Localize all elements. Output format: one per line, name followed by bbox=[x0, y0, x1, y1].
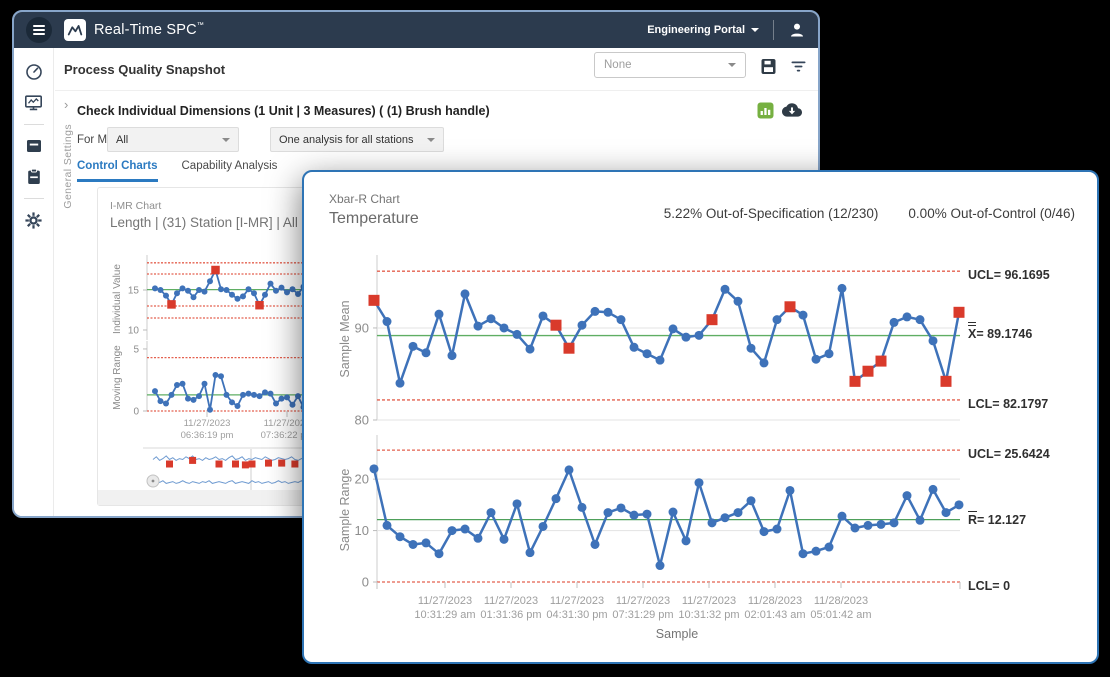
screen: Real-Time SPC™ Engineering Portal bbox=[0, 0, 1110, 677]
preset-select[interactable]: None bbox=[594, 52, 746, 78]
svg-text:11/28/2023: 11/28/2023 bbox=[748, 595, 802, 607]
general-settings-label: General Settings bbox=[62, 124, 74, 209]
brand-title: Real-Time SPC™ bbox=[94, 22, 204, 38]
xbar-r-dialog: Xbar-R Chart Temperature 5.22% Out-of-Sp… bbox=[302, 170, 1099, 664]
chevron-down-icon bbox=[751, 28, 759, 32]
app-logo-icon bbox=[64, 19, 86, 41]
tab-control-charts[interactable]: Control Charts bbox=[77, 160, 158, 182]
svg-text:0: 0 bbox=[362, 575, 369, 590]
sidebar-divider bbox=[24, 198, 44, 199]
analysis-panel-title: Check Individual Dimensions (1 Unit | 3 … bbox=[77, 104, 490, 118]
lcl-label-range: LCL= 0 bbox=[968, 575, 1010, 593]
svg-text:11/27/2023: 11/27/2023 bbox=[418, 595, 472, 607]
svg-text:Sample Mean: Sample Mean bbox=[338, 300, 352, 377]
svg-text:02:01:43 am: 02:01:43 am bbox=[744, 609, 805, 621]
imr-chart-type-label: I-MR Chart bbox=[110, 200, 161, 212]
rbar-center-label: R= 12.127 bbox=[968, 509, 1026, 527]
svg-text:Moving Range: Moving Range bbox=[112, 345, 123, 410]
archive-box-icon[interactable] bbox=[24, 136, 44, 156]
clipboard-icon[interactable] bbox=[24, 167, 44, 187]
svg-text:20: 20 bbox=[355, 472, 369, 487]
chart-range-navigator[interactable] bbox=[143, 447, 313, 495]
svg-text:11/27/2023: 11/27/2023 bbox=[616, 595, 670, 607]
svg-text:11/28/2023: 11/28/2023 bbox=[814, 595, 868, 607]
xbar-center-label: X= 89.1746 bbox=[968, 323, 1032, 341]
svg-text:10:31:29 am: 10:31:29 am bbox=[414, 609, 475, 621]
save-icon[interactable] bbox=[758, 56, 778, 76]
settings-gear-icon[interactable] bbox=[24, 210, 44, 230]
lcl-label-mean: LCL= 82.1797 bbox=[968, 393, 1048, 411]
tab-capability-analysis[interactable]: Capability Analysis bbox=[182, 160, 278, 182]
chevron-down-icon bbox=[728, 63, 736, 67]
topbar-divider bbox=[773, 20, 774, 40]
svg-text:06:36:19 pm: 06:36:19 pm bbox=[181, 430, 234, 441]
ucl-label-range: UCL= 25.6424 bbox=[968, 443, 1050, 461]
sidebar-divider bbox=[24, 124, 44, 125]
monitor-chart-icon[interactable] bbox=[24, 93, 44, 113]
panel-divider bbox=[55, 90, 818, 91]
page-title: Process Quality Snapshot bbox=[64, 62, 225, 77]
hamburger-menu-icon[interactable] bbox=[26, 17, 52, 43]
portal-selector[interactable]: Engineering Portal bbox=[647, 24, 759, 36]
svg-text:11/27/2023: 11/27/2023 bbox=[184, 418, 231, 429]
svg-text:Sample Range: Sample Range bbox=[338, 469, 352, 552]
collapse-panel-chevron[interactable]: › bbox=[64, 97, 68, 112]
svg-text:05:01:42 am: 05:01:42 am bbox=[810, 609, 871, 621]
cloud-download-icon[interactable] bbox=[782, 99, 802, 119]
dashboard-gauge-icon[interactable] bbox=[24, 62, 44, 82]
filter-icon[interactable] bbox=[788, 56, 808, 76]
user-account-icon[interactable] bbox=[788, 21, 806, 39]
svg-text:10: 10 bbox=[128, 326, 140, 337]
svg-text:5: 5 bbox=[133, 344, 139, 355]
top-bar: Real-Time SPC™ Engineering Portal bbox=[14, 12, 818, 48]
ucl-label-mean: UCL= 96.1695 bbox=[968, 264, 1050, 282]
svg-text:80: 80 bbox=[355, 413, 369, 428]
svg-text:Individual Value: Individual Value bbox=[112, 264, 123, 334]
chevron-down-icon bbox=[222, 138, 230, 142]
svg-text:04:31:30 pm: 04:31:30 pm bbox=[546, 609, 607, 621]
svg-text:10:31:32 pm: 10:31:32 pm bbox=[678, 609, 739, 621]
svg-text:01:31:36 pm: 01:31:36 pm bbox=[480, 609, 541, 621]
chevron-down-icon bbox=[427, 138, 435, 142]
svg-text:15: 15 bbox=[128, 286, 140, 297]
svg-text:Sample: Sample bbox=[656, 627, 698, 641]
analysis-mode-select[interactable]: One analysis for all stations bbox=[270, 127, 444, 152]
tab-bar: Control Charts Capability Analysis bbox=[77, 160, 277, 182]
svg-text:0: 0 bbox=[133, 407, 139, 418]
measure-select[interactable]: All bbox=[107, 127, 239, 152]
svg-text:90: 90 bbox=[355, 321, 369, 336]
svg-text:10: 10 bbox=[355, 523, 369, 538]
svg-text:11/27/2023: 11/27/2023 bbox=[550, 595, 604, 607]
chart-export-icon[interactable] bbox=[755, 100, 775, 120]
svg-text:11/27/2023: 11/27/2023 bbox=[682, 595, 736, 607]
svg-text:07:31:29 pm: 07:31:29 pm bbox=[612, 609, 673, 621]
sidebar bbox=[14, 48, 54, 516]
svg-text:11/27/2023: 11/27/2023 bbox=[484, 595, 538, 607]
